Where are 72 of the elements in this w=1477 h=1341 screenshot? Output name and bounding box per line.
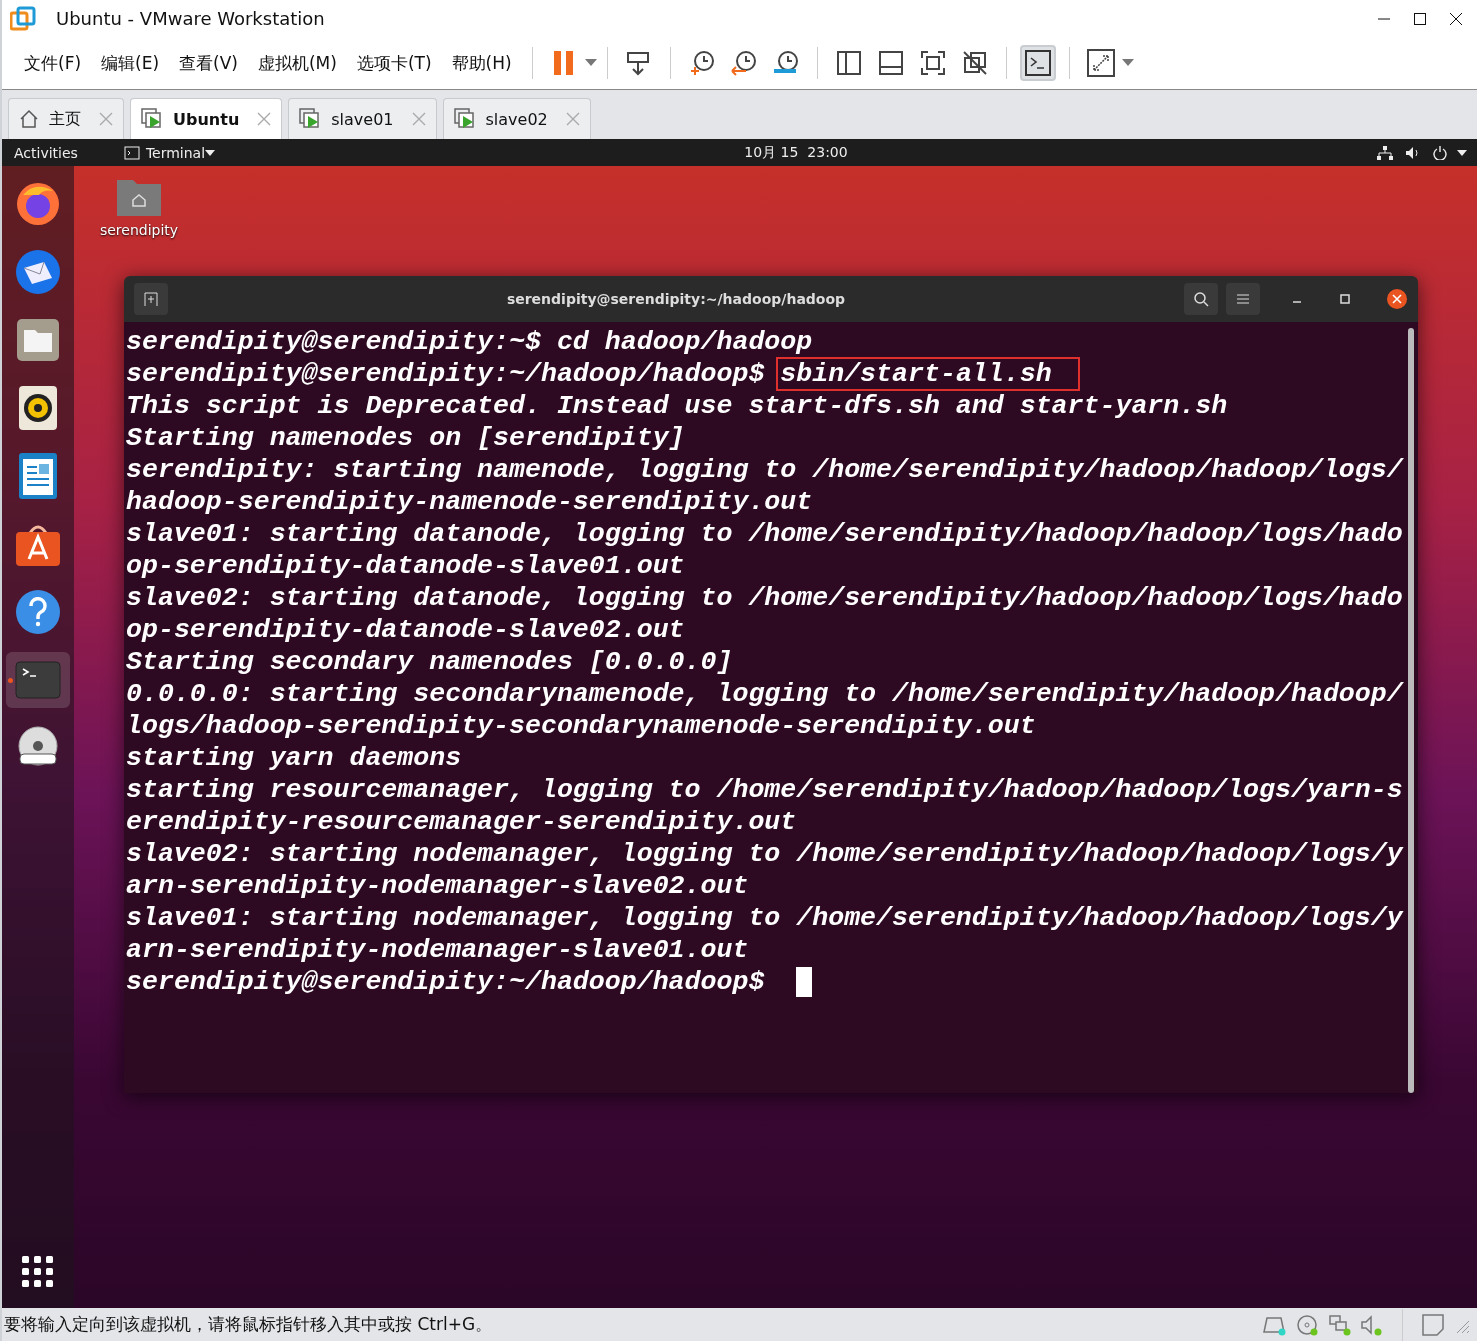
terminal-output-line: starting yarn daemons bbox=[126, 743, 462, 773]
volume-icon[interactable] bbox=[1405, 145, 1421, 160]
terminal-output-line: op-serendipity-datanode-slave01.out bbox=[126, 551, 685, 581]
maximize-icon[interactable] bbox=[1338, 292, 1352, 306]
speaker-icon[interactable] bbox=[1360, 1313, 1384, 1336]
menu-item[interactable]: 编辑(E) bbox=[91, 51, 170, 75]
terminal-output-line: This script is Deprecated. Instead use start-dfs.sh and start-yarn.sh bbox=[126, 391, 1228, 421]
power-icon[interactable] bbox=[1433, 145, 1447, 160]
terminal-output-line: Starting secondary namenodes [0.0.0.0] bbox=[126, 647, 733, 677]
shell-command: sbin/start-all.sh bbox=[776, 357, 1080, 391]
terminal-output-line: slave02: starting nodemanager, logging to /home/serendipity/hadoop/hadoop/logs/y bbox=[126, 839, 1403, 869]
shell-prompt: serendipity@serendipity:~/hadoop/hadoop$ bbox=[126, 967, 766, 997]
shell-prompt: serendipity@serendipity:~/hadoop/hadoop$ bbox=[126, 359, 766, 389]
menu-icon bbox=[1236, 293, 1250, 305]
terminal-output-line: starting resourcemanager, logging to /home/serendipity/hadoop/hadoop/logs/yarn-s bbox=[126, 775, 1403, 805]
new-tab-button[interactable] bbox=[134, 283, 168, 315]
new-tab-icon bbox=[143, 291, 159, 307]
terminal-output-line: op-serendipity-datanode-slave02.out bbox=[126, 615, 685, 645]
document-icon bbox=[19, 453, 57, 499]
terminal-title: serendipity@serendipity:~/hadoop/hadoop bbox=[505, 291, 847, 307]
desktop-icon-label: serendipity bbox=[99, 222, 179, 238]
network-icon[interactable] bbox=[1377, 145, 1393, 160]
home-icon bbox=[19, 109, 39, 129]
menu-item[interactable]: 选项卡(T) bbox=[346, 51, 442, 75]
menu-item[interactable]: 查看(V) bbox=[169, 51, 248, 75]
menu-item[interactable]: 文件(F) bbox=[14, 51, 92, 75]
scrollbar[interactable] bbox=[1408, 328, 1414, 1093]
activities-button[interactable]: Activities bbox=[14, 144, 78, 161]
shell-prompt: serendipity@serendipity:~$ bbox=[126, 327, 542, 357]
search-icon bbox=[1193, 291, 1209, 307]
status-message: 要将输入定向到该虚拟机，请将鼠标指针移入其中或按 Ctrl+G。 bbox=[4, 1313, 494, 1336]
caret-icon[interactable] bbox=[1457, 149, 1467, 156]
cd-icon[interactable] bbox=[1296, 1313, 1320, 1336]
tab[interactable]: 主页 bbox=[8, 98, 124, 139]
folder-icon bbox=[16, 318, 60, 362]
terminal-output-line: arn-serendipity-nodemanager-slave01.out bbox=[126, 935, 749, 965]
pause-icon bbox=[552, 50, 575, 76]
clock[interactable]: 10月 15 23:00 bbox=[744, 143, 848, 162]
terminal-output-line: Starting namenodes on [serendipity] bbox=[126, 423, 685, 453]
terminal-output-line: slave01: starting nodemanager, logging to /home/serendipity/hadoop/hadoop/logs/y bbox=[126, 903, 1403, 933]
vm-play-icon bbox=[453, 108, 476, 130]
vm-play-icon bbox=[141, 108, 163, 130]
menu-item[interactable]: 虚拟机(M) bbox=[247, 51, 347, 75]
tab[interactable]: slave02 bbox=[442, 98, 591, 139]
menu-button[interactable] bbox=[1226, 283, 1260, 315]
tab[interactable]: slave01 bbox=[288, 98, 437, 139]
terminal-output-line: slave02: starting datanode, logging to /home/serendipity/hadoop/hadoop/logs/hado bbox=[126, 583, 1403, 613]
terminal-output-line: arn-serendipity-nodemanager-slave02.out bbox=[126, 871, 749, 901]
terminal-output-line: serendipity: starting namenode, logging to /home/serendipity/hadoop/hadoop/logs/ bbox=[126, 455, 1403, 485]
window-title: Ubuntu - VMware Workstation bbox=[56, 8, 326, 29]
caret-icon bbox=[205, 149, 216, 156]
terminal-icon bbox=[123, 145, 140, 160]
search-button[interactable] bbox=[1184, 283, 1218, 315]
console-view-button[interactable] bbox=[1019, 45, 1056, 81]
envelope-bird-icon bbox=[14, 248, 62, 296]
terminal-output-line: hadoop-serendipity-namenode-serendipity.out bbox=[126, 487, 813, 517]
menu-item[interactable]: 帮助(H) bbox=[441, 51, 522, 75]
vm-play-icon bbox=[299, 108, 322, 130]
terminal-output-line: 0.0.0.0: starting secondarynamenode, logging to /home/serendipity/hadoop/hadoop/ bbox=[126, 679, 1403, 709]
app-logo-icon bbox=[10, 5, 36, 32]
terminal-output-line: slave01: starting datanode, logging to /home/serendipity/hadoop/hadoop/logs/hado bbox=[126, 519, 1403, 549]
shell-command: cd hadoop/hadoop bbox=[555, 326, 814, 359]
speaker-icon bbox=[19, 386, 57, 430]
app-menu[interactable]: Terminal bbox=[145, 144, 206, 161]
terminal-output-line: erendipity-resourcemanager-serendipity.out bbox=[126, 807, 797, 837]
help-icon bbox=[15, 589, 61, 635]
firefox-icon bbox=[15, 181, 61, 227]
terminal-output-line: logs/hadoop-serendipity-secondarynamenode-serendipity.out bbox=[126, 711, 1036, 741]
close-icon[interactable] bbox=[1386, 288, 1408, 310]
app-grid-icon[interactable] bbox=[22, 1256, 54, 1288]
tab[interactable]: Ubuntu bbox=[130, 98, 283, 139]
terminal-icon bbox=[15, 661, 61, 699]
